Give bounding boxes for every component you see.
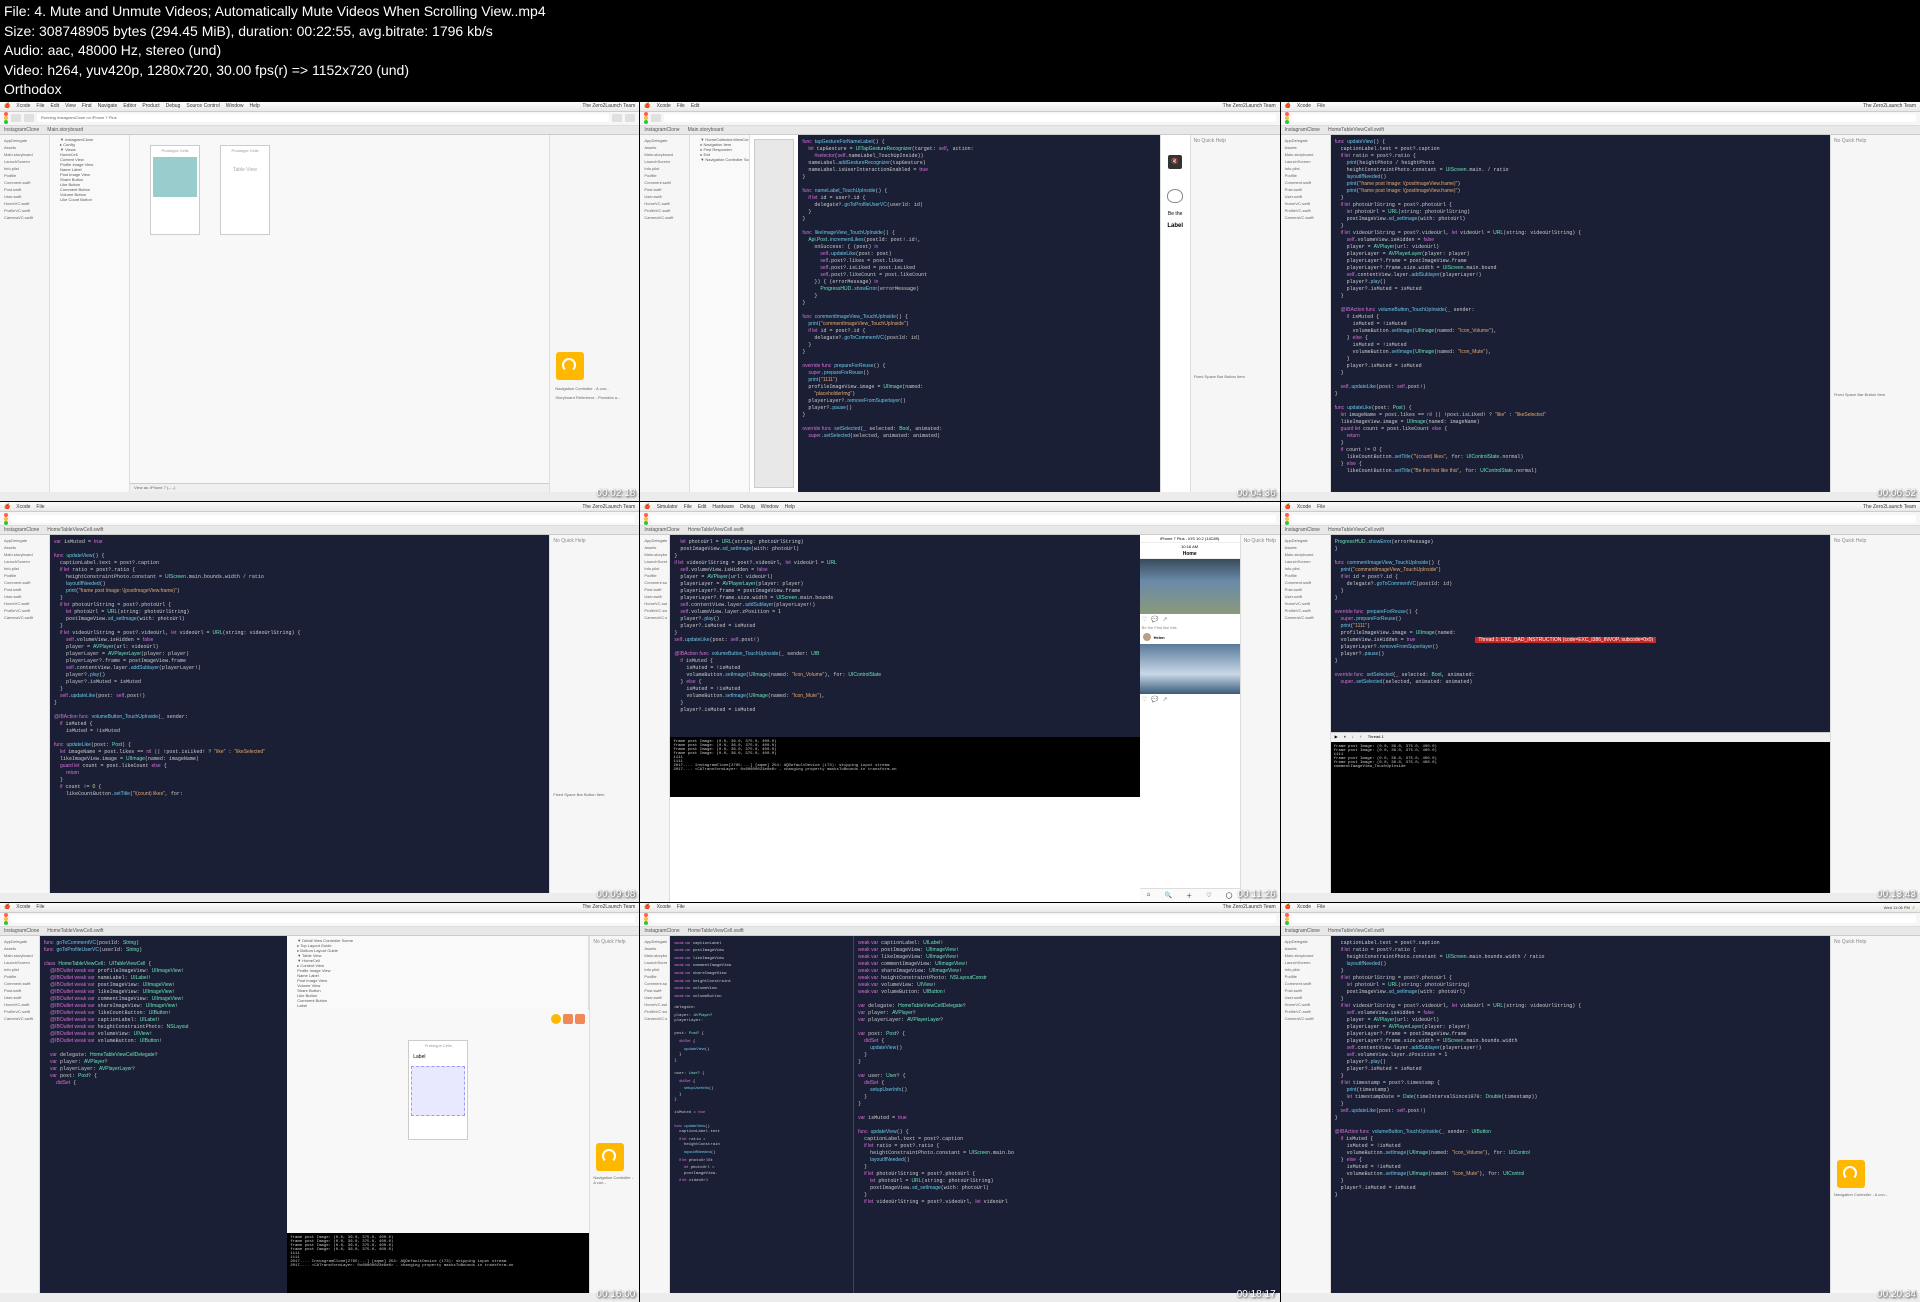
document-outline[interactable]: ▼ HomeCollectionViewController Scene ▸ N… [690, 135, 750, 492]
like-icon[interactable]: ♡ [1142, 616, 1147, 623]
exit-icon[interactable] [575, 1014, 585, 1024]
caption-label: Label [1161, 223, 1190, 229]
heart-icon[interactable] [1167, 189, 1183, 203]
mute-icon[interactable]: 🔇 [1168, 155, 1182, 169]
interface-builder[interactable]: Prototype CellsLabel [287, 1010, 589, 1233]
toolbar[interactable]: Running InstagramClone on iPhone 7 Plus [0, 112, 639, 126]
thumb-7: 🍎XcodeFileThe Zero2Launch Team Instagram… [0, 903, 639, 1302]
thumb-3: 🍎XcodeFileThe Zero2Launch Team Instagram… [1281, 102, 1920, 501]
thumb-4: 🍎XcodeFileThe Zero2Launch Team Instagram… [0, 502, 639, 901]
debug-console[interactable]: frame post Image: (0.0, 36.0, 375.0, 400… [670, 737, 1139, 797]
stop-button[interactable] [24, 114, 34, 122]
media-info-header: File: 4. Mute and Unmute Videos; Automat… [0, 0, 1920, 102]
comment-icon[interactable]: 💬 [1151, 616, 1158, 623]
feed-image-2[interactable] [1140, 644, 1240, 694]
debug-console[interactable]: frame post Image: (0.0, 36.0, 375.0, 400… [1331, 742, 1830, 893]
audio-line: Audio: aac, 48000 Hz, stereo (und) [4, 41, 1916, 61]
share-icon[interactable]: ↗ [1163, 616, 1168, 623]
document-outline[interactable]: ▼ InstagramClone ▸ Config ▼ Views HomeCe… [50, 135, 130, 492]
debug-bar[interactable]: ▶⏸↓↑Thread 1 [1331, 732, 1830, 742]
inspector[interactable]: Navigation Controller - A con... Storybo… [549, 135, 639, 492]
like-text: Be the [1161, 211, 1190, 217]
feed-video[interactable] [1140, 559, 1240, 614]
ios-simulator[interactable]: iPhone 7 Plus - iOS 10.2 (14C89) 10:16 A… [1140, 535, 1240, 901]
timestamp: 00:02:18 [596, 488, 635, 499]
file-line: File: 4. Mute and Unmute Videos; Automat… [4, 2, 1916, 22]
thumb-1: 🍎XcodeFileEditViewFindNavigateEditorProd… [0, 102, 639, 501]
video-line: Video: h264, yuv420p, 1280x720, 30.00 fp… [4, 61, 1916, 81]
size-line: Size: 308748905 bytes (294.45 MiB), dura… [4, 22, 1916, 42]
navigator[interactable]: AppDelegateAssetsMain.storyboardLaunchSc… [640, 135, 690, 492]
document-outline[interactable]: ▼ Detail View Controller Scene ▸ Top Lay… [287, 936, 589, 1010]
canvas-bottom-bar[interactable]: View as: iPhone 7 (– –) [130, 483, 549, 492]
thumb-8: 🍎XcodeFileThe Zero2Launch Team Instagram… [640, 903, 1279, 1302]
code-editor[interactable]: let photoUrl = URL(string: photoUrlStrin… [670, 535, 1139, 736]
code-editor[interactable]: func tapGestureForNameLabel() { let tapG… [798, 135, 1159, 492]
vc-icon[interactable] [551, 1014, 561, 1024]
phone-preview: 🔇 Be the Label [1160, 135, 1190, 492]
home-tab[interactable]: ⌂ [1147, 892, 1151, 898]
code-editor[interactable]: func updateView() { captionLabel.text = … [1331, 135, 1830, 492]
thumb-5: 🍎SimulatorFileEditHardwareDebugWindowHel… [640, 502, 1279, 901]
interface-builder-canvas[interactable]: Prototype Cells Prototype CellsTable Vie… [130, 135, 549, 483]
code-editor[interactable]: func goToCommentVC(postId: String) func … [40, 936, 287, 1293]
thumb-9: 🍎XcodeFileWed 11:06 PM ⚡ InstagramCloneH… [1281, 903, 1920, 1302]
navigator[interactable]: AppDelegateAssetsMain.storyboardLaunchSc… [0, 135, 50, 492]
tag-line: Orthodox [4, 80, 1916, 100]
thumb-6: 🍎XcodeFileThe Zero2Launch Team Instagram… [1281, 502, 1920, 901]
ib-viewcontroller[interactable] [754, 139, 794, 488]
code-editor[interactable]: var isMuted = true func updateView() { c… [50, 535, 549, 892]
activity-viewer: Running InstagramClone on iPhone 7 Plus [37, 114, 609, 122]
thumbnail-grid: 🍎XcodeFileEditViewFindNavigateEditorProd… [0, 102, 1920, 1302]
code-editor[interactable]: ProgressHUD.showError(errorMessage) } fu… [1331, 535, 1830, 732]
tab-bar[interactable]: ⌂🔍＋♡◯ [1140, 888, 1240, 902]
code-editor-right[interactable]: weak var captionLabel: UILabel! weak var… [853, 936, 1280, 1293]
menubar[interactable]: 🍎XcodeFileEditViewFindNavigateEditorProd… [0, 102, 639, 112]
debug-console[interactable]: frame post Image: (0.0, 36.0, 375.0, 400… [287, 1233, 589, 1293]
tab-bar[interactable]: InstagramCloneMain.storyboard [0, 126, 639, 135]
code-editor[interactable]: captionLabel.text = post?.caption if let… [1331, 936, 1830, 1293]
run-button[interactable] [11, 114, 21, 122]
library-icon[interactable] [556, 352, 584, 380]
responder-icon[interactable] [563, 1014, 573, 1024]
code-editor-left[interactable]: weak var captionLabel weak var postImage… [670, 936, 853, 1293]
thumb-2: 🍎XcodeFileEditThe Zero2Launch Team Insta… [640, 102, 1279, 501]
